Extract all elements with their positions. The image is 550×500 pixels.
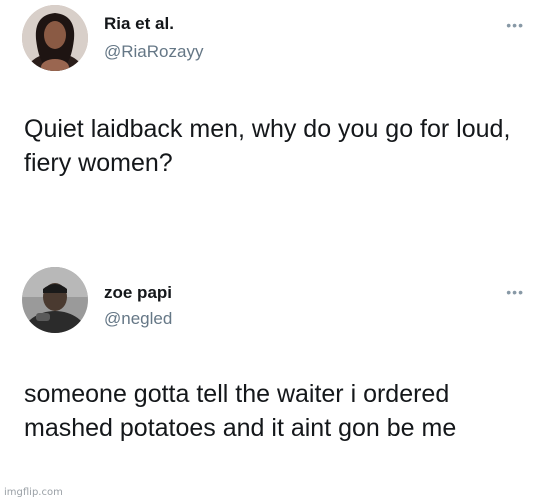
watermark: imgflip.com — [4, 487, 63, 498]
avatar-photo — [22, 5, 88, 71]
avatar[interactable] — [22, 5, 88, 71]
avatar[interactable] — [22, 267, 88, 333]
tweet-card: zoe papi @negled ••• someone gotta tell … — [0, 245, 550, 500]
more-options-icon[interactable]: ••• — [506, 18, 524, 32]
user-handle[interactable]: @negled — [104, 309, 172, 329]
avatar-photo — [22, 267, 88, 333]
user-handle[interactable]: @RiaRozayy — [104, 42, 203, 62]
display-name[interactable]: Ria et al. — [104, 14, 174, 34]
tweet-text: Quiet laidback men, why do you go for lo… — [24, 115, 511, 177]
tweet-text: someone gotta tell the waiter i ordered … — [24, 380, 457, 442]
more-options-icon[interactable]: ••• — [506, 285, 524, 299]
display-name[interactable]: zoe papi — [104, 283, 172, 303]
tweet-card: Ria et al. @RiaRozayy ••• Quiet laidback… — [0, 0, 550, 245]
